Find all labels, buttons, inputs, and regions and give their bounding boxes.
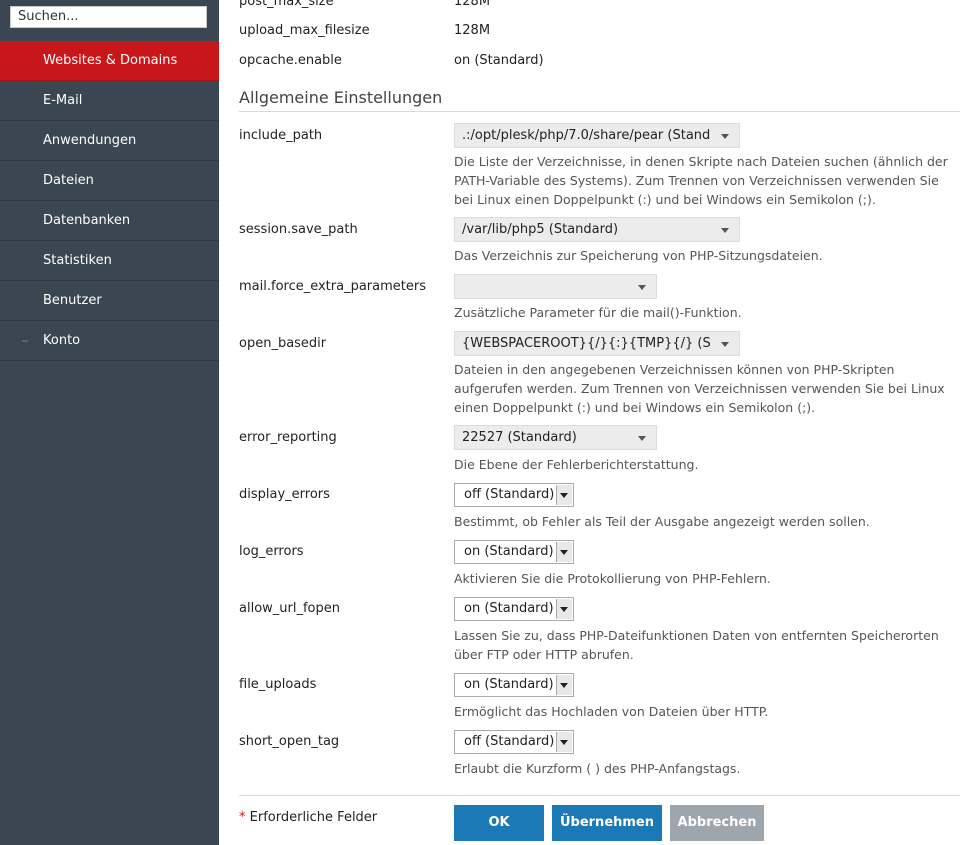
main-content: post_max_size 128M upload_max_filesize 1…	[219, 0, 960, 845]
apply-button[interactable]: Übernehmen	[552, 805, 662, 841]
setting-label-log-errors: log_errors	[239, 544, 304, 559]
setting-label-session-save-path: session.save_path	[239, 222, 358, 237]
cancel-button[interactable]: Abbrechen	[670, 805, 764, 841]
chevron-down-icon	[628, 426, 656, 449]
sidebar-item-label: Konto	[43, 333, 81, 348]
select-value: on (Standard)	[464, 677, 554, 692]
setting-label-upload-max-filesize: upload_max_filesize	[239, 23, 370, 38]
sidebar-item-benutzer[interactable]: Benutzer	[0, 281, 219, 321]
sidebar-item-anwendungen[interactable]: Anwendungen	[0, 121, 219, 161]
include-path-select[interactable]: .:/opt/plesk/php/7.0/share/pear (Standar…	[454, 123, 740, 148]
setting-label-post-max-size: post_max_size	[239, 0, 334, 9]
chevron-down-icon	[556, 542, 572, 562]
chevron-down-icon	[556, 675, 572, 695]
chevron-down-icon	[556, 599, 572, 619]
file-uploads-select[interactable]: on (Standard)	[454, 673, 574, 697]
setting-description-display-errors: Bestimmt, ob Fehler als Teil der Ausgabe…	[454, 514, 870, 529]
setting-label-include-path: include_path	[239, 128, 323, 143]
select-value: on (Standard)	[464, 601, 554, 616]
chevron-down-icon	[711, 332, 739, 355]
chevron-down-icon	[711, 124, 739, 147]
select-value: off (Standard)	[464, 734, 555, 749]
log-errors-select[interactable]: on (Standard)	[454, 540, 574, 564]
search-input[interactable]: Suchen...	[10, 6, 207, 28]
session-save-path-select[interactable]: /var/lib/php5 (Standard)	[454, 217, 740, 242]
ok-button[interactable]: OK	[454, 805, 544, 841]
select-value: .:/opt/plesk/php/7.0/share/pear (Standar…	[462, 128, 737, 143]
required-fields-label: Erforderliche Felder	[249, 810, 378, 825]
select-value: on (Standard)	[464, 544, 554, 559]
short-open-tag-select[interactable]: off (Standard)	[454, 730, 574, 754]
setting-description-error-reporting: Die Ebene der Fehlerberichterstattung.	[454, 457, 699, 472]
sidebar-item-websites-domains[interactable]: Websites & Domains	[0, 41, 219, 81]
setting-description-include-path: Die Liste der Verzeichnisse, in denen Sk…	[454, 154, 948, 207]
chevron-down-icon	[556, 485, 572, 505]
chevron-down-icon	[628, 275, 656, 298]
required-star: *	[239, 810, 246, 825]
setting-label-file-uploads: file_uploads	[239, 677, 317, 692]
sidebar-nav: Websites & Domains E-Mail Anwendungen Da…	[0, 41, 219, 361]
select-value: {WEBSPACEROOT}{/}{:}{TMP}{/} (Standard)	[462, 336, 739, 351]
setting-label-display-errors: display_errors	[239, 487, 330, 502]
konto-marker-icon	[22, 340, 28, 342]
select-value: /var/lib/php5 (Standard)	[462, 222, 619, 237]
required-fields-note: * Erforderliche Felder	[239, 810, 377, 825]
chevron-down-icon	[556, 732, 572, 752]
setting-value-opcache-enable: on (Standard)	[454, 53, 544, 68]
open-basedir-select[interactable]: {WEBSPACEROOT}{/}{:}{TMP}{/} (Standard)	[454, 331, 740, 356]
sidebar-item-statistiken[interactable]: Statistiken	[0, 241, 219, 281]
setting-description-log-errors: Aktivieren Sie die Protokollierung von P…	[454, 571, 771, 586]
select-value: 22527 (Standard)	[462, 430, 577, 445]
setting-description-short-open-tag: Erlaubt die Kurzform ( ) des PHP-Anfangs…	[454, 761, 741, 776]
setting-label-error-reporting: error_reporting	[239, 430, 337, 445]
setting-label-short-open-tag: short_open_tag	[239, 734, 340, 749]
setting-label-open-basedir: open_basedir	[239, 336, 327, 351]
chevron-down-icon	[711, 218, 739, 241]
setting-value-post-max-size: 128M	[454, 0, 491, 9]
setting-description-mail-force-extra-parameters: Zusätzliche Parameter für die mail()-Fun…	[454, 305, 742, 320]
sidebar-item-konto[interactable]: Konto	[0, 321, 219, 361]
setting-value-upload-max-filesize: 128M	[454, 23, 491, 38]
setting-label-allow-url-fopen: allow_url_fopen	[239, 601, 340, 616]
error-reporting-select[interactable]: 22527 (Standard)	[454, 425, 657, 450]
mail-force-extra-parameters-select[interactable]	[454, 274, 657, 299]
setting-description-session-save-path: Das Verzeichnis zur Speicherung von PHP-…	[454, 248, 823, 263]
allow-url-fopen-select[interactable]: on (Standard)	[454, 597, 574, 621]
section-title: Allgemeine Einstellungen	[239, 88, 443, 107]
sidebar-item-datenbanken[interactable]: Datenbanken	[0, 201, 219, 241]
section-divider	[239, 111, 960, 112]
setting-description-file-uploads: Ermöglicht das Hochladen von Dateien übe…	[454, 704, 769, 719]
setting-label-opcache-enable: opcache.enable	[239, 53, 342, 68]
sidebar-item-email[interactable]: E-Mail	[0, 81, 219, 121]
sidebar: Suchen... Websites & Domains E-Mail Anwe…	[0, 0, 219, 845]
setting-label-mail-force-extra-parameters: mail.force_extra_parameters	[239, 279, 426, 294]
sidebar-item-dateien[interactable]: Dateien	[0, 161, 219, 201]
setting-description-open-basedir: Dateien in den angegebenen Verzeichnisse…	[454, 362, 945, 415]
footer-divider	[239, 795, 960, 796]
setting-description-allow-url-fopen: Lassen Sie zu, dass PHP-Dateifunktionen …	[454, 628, 939, 662]
select-value: off (Standard)	[464, 487, 555, 502]
display-errors-select[interactable]: off (Standard)	[454, 483, 574, 507]
